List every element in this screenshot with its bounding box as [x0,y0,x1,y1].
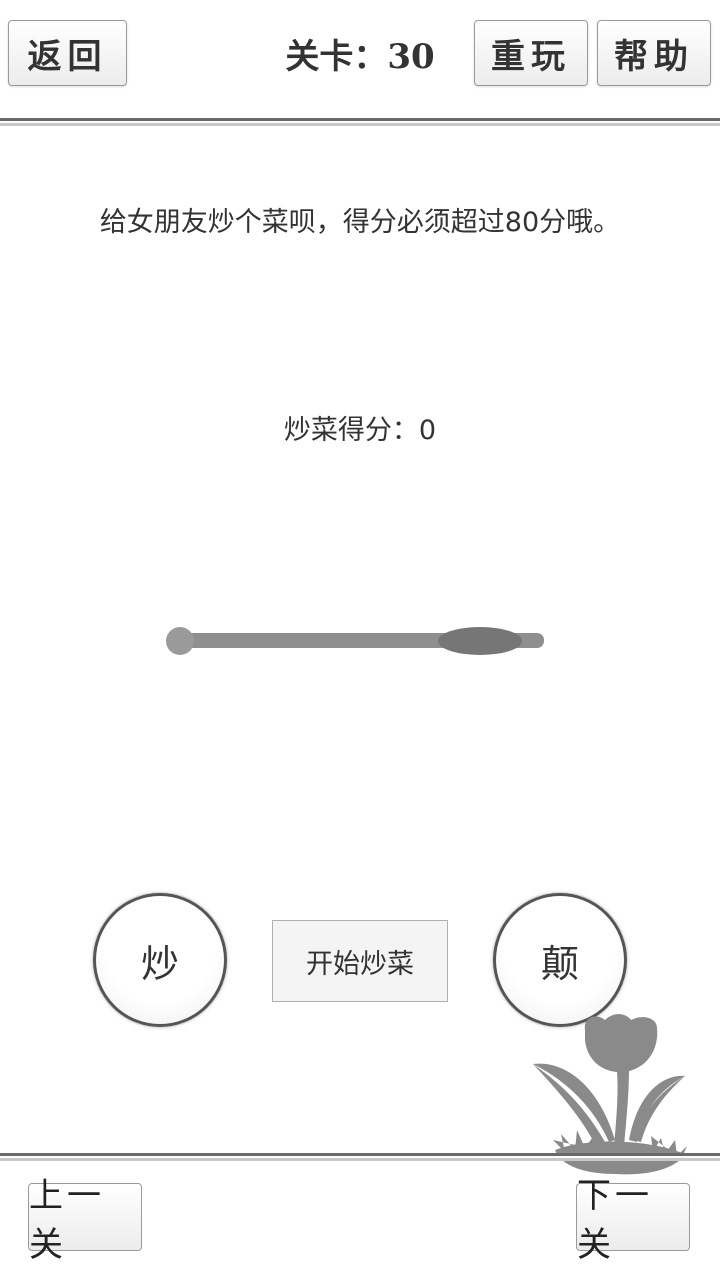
help-button[interactable]: 帮助 [597,20,711,86]
score-value: 0 [418,415,437,446]
back-button[interactable]: 返回 [8,20,127,86]
toss-button[interactable]: 颠 [493,893,627,1027]
score-label: 炒菜得分： [283,415,419,446]
footer-divider [0,1153,720,1161]
header-divider [0,118,720,126]
score-display: 炒菜得分：0 [0,408,720,447]
next-level-button[interactable]: 下一关 [576,1176,690,1265]
level-indicator: 关卡：30 [285,36,435,77]
pan-handle-knob [166,627,194,655]
start-cooking-button[interactable]: 开始炒菜 [272,920,448,1002]
stir-button[interactable]: 炒 [93,893,227,1027]
level-instruction: 给女朋友炒个菜呗，得分必须超过80分哦。 [99,207,621,238]
food-in-pan [438,627,522,655]
prev-level-button[interactable]: 上一关 [28,1176,142,1265]
replay-button[interactable]: 重玩 [474,20,588,86]
